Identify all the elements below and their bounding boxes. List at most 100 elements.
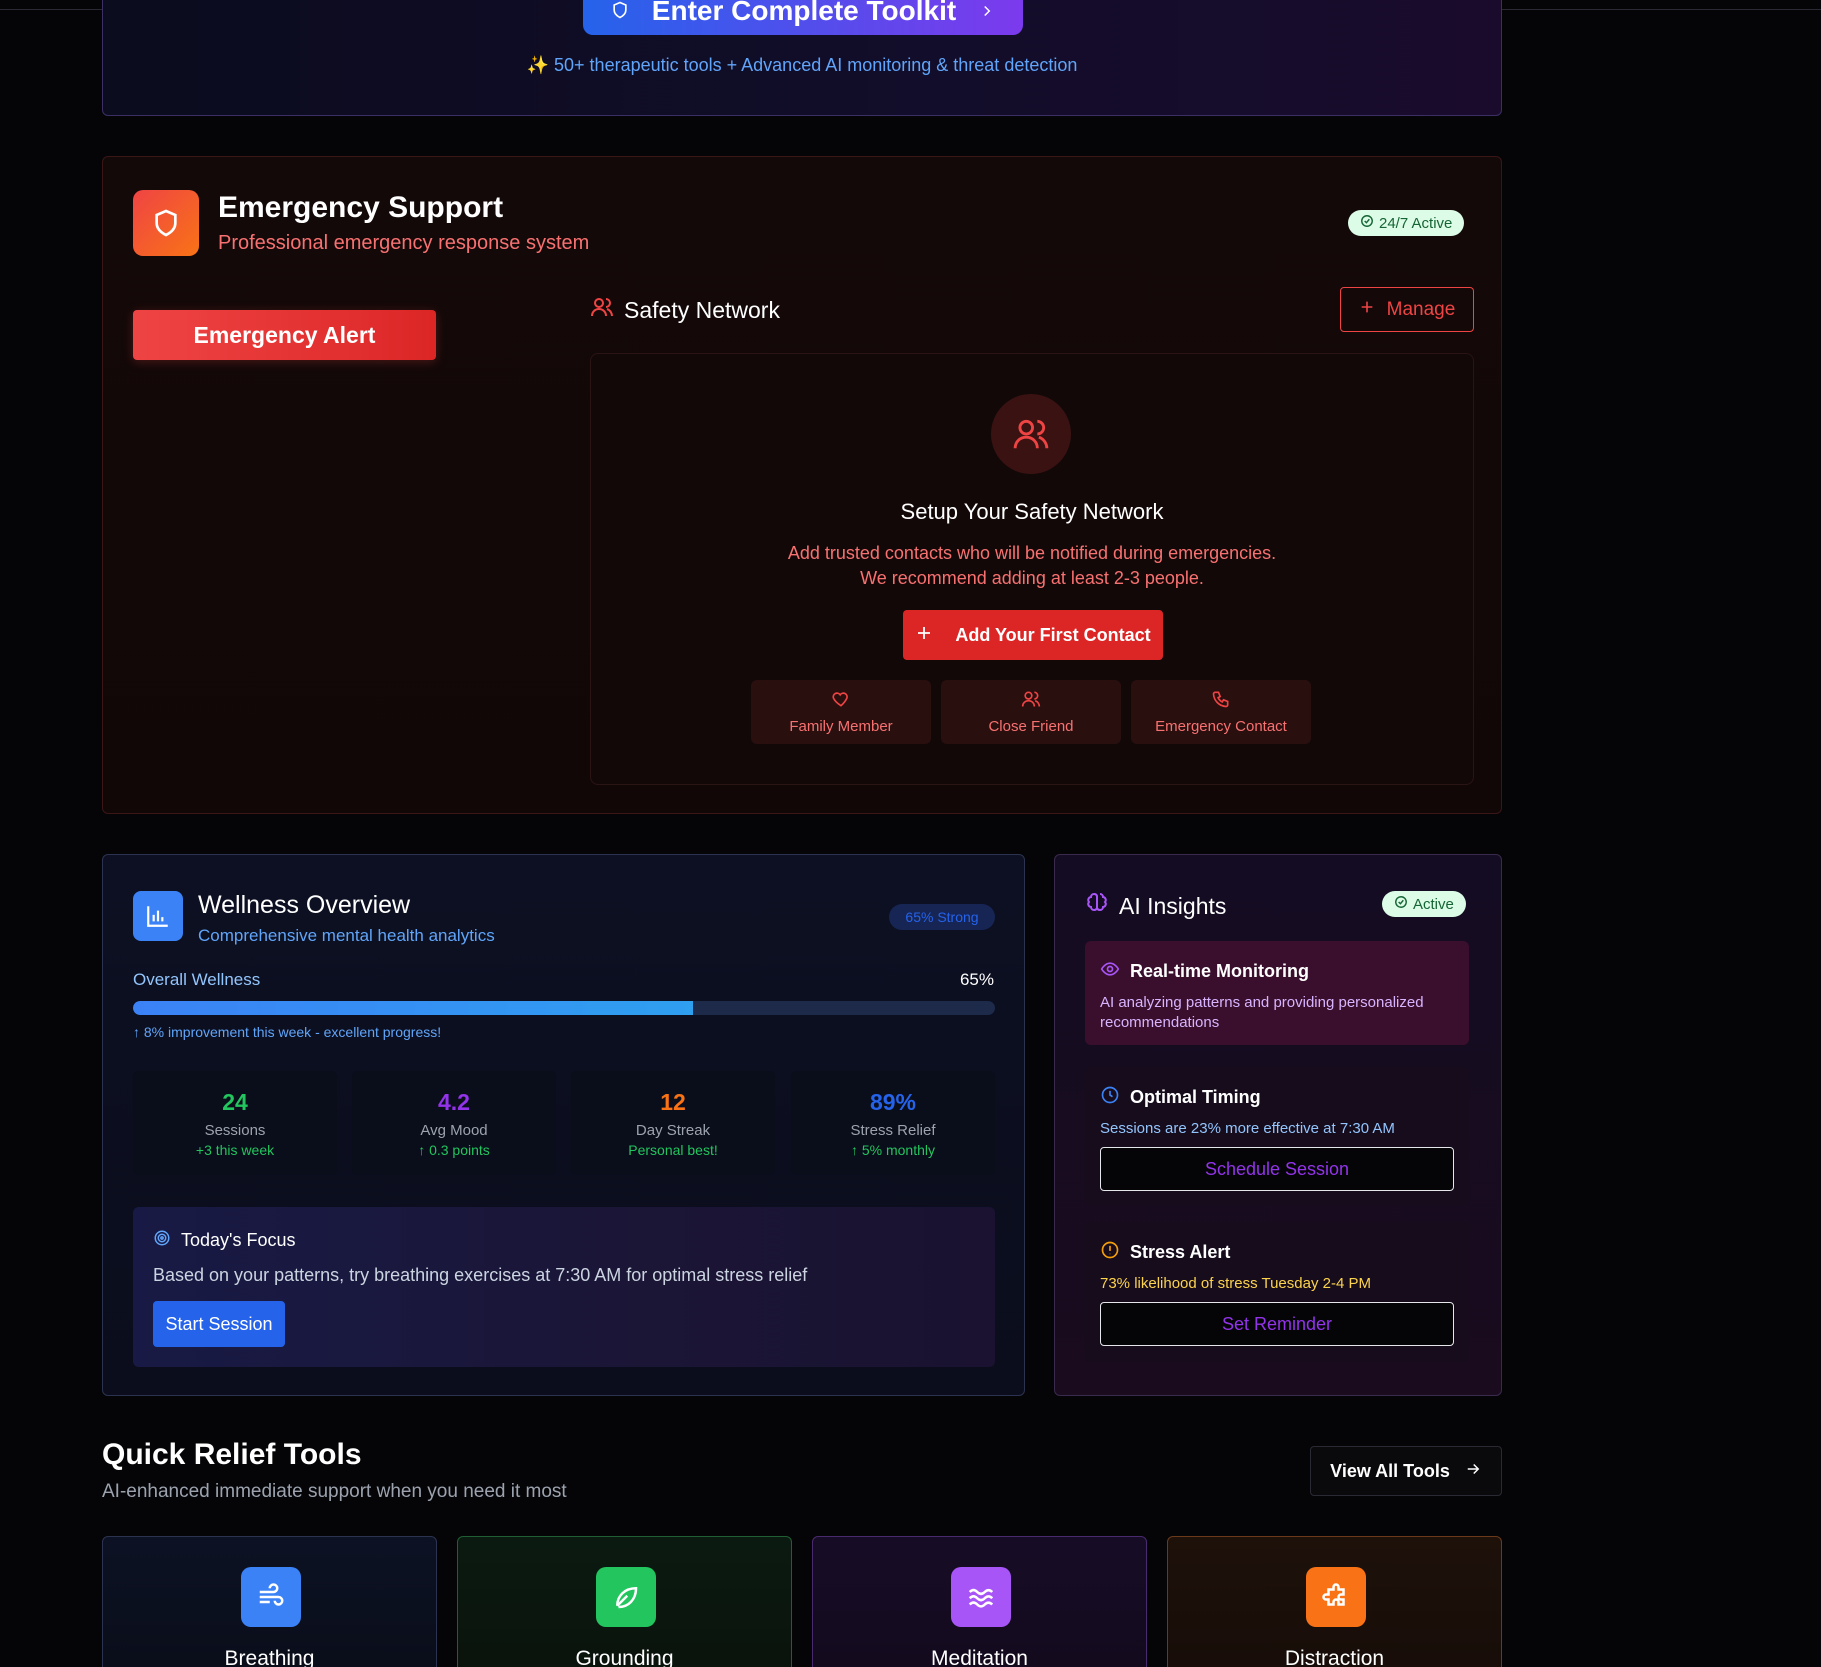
tool-card-meditation[interactable]: Meditation	[812, 1536, 1147, 1667]
stat-label: Sessions	[204, 1121, 266, 1139]
eye-icon	[1100, 959, 1120, 984]
waves-icon	[951, 1567, 1011, 1627]
toolkit-note: ✨ 50+ therapeutic tools + Advanced AI mo…	[526, 55, 1078, 75]
stat-avg-mood: 4.2 Avg Mood ↑ 0.3 points	[352, 1071, 556, 1175]
safety-network-setup: Setup Your Safety Network Add trusted co…	[590, 353, 1474, 785]
wind-icon	[241, 1567, 301, 1627]
users-icon	[1021, 689, 1041, 713]
insight-title-row: Optimal Timing	[1100, 1085, 1261, 1110]
shield-icon	[133, 190, 199, 256]
todays-focus-heading: Today's Focus	[153, 1229, 296, 1252]
clock-icon	[1100, 1085, 1120, 1110]
setup-description: Add trusted contacts who will be notifie…	[591, 541, 1473, 591]
insight-title-row: Stress Alert	[1100, 1240, 1230, 1265]
stat-change: ↑ 5% monthly	[850, 1141, 936, 1158]
stat-value: 12	[660, 1088, 686, 1115]
view-all-tools-button[interactable]: View All Tools	[1310, 1446, 1502, 1496]
stat-day-streak: 12 Day Streak Personal best!	[571, 1071, 775, 1175]
setup-title: Setup Your Safety Network	[900, 499, 1164, 524]
quick-relief-subtitle: AI-enhanced immediate support when you n…	[102, 1481, 567, 1502]
ai-insights-title: AI Insights	[1119, 892, 1227, 919]
schedule-session-button[interactable]: Schedule Session	[1100, 1147, 1454, 1191]
manage-button[interactable]: Manage	[1340, 287, 1474, 332]
heart-icon	[831, 689, 851, 713]
add-first-contact-label: Add Your First Contact	[955, 624, 1151, 645]
safety-network-heading: Safety Network	[590, 295, 780, 325]
insight-realtime-monitoring: Real-time Monitoring AI analyzing patter…	[1085, 941, 1469, 1045]
stat-stress-relief: 89% Stress Relief ↑ 5% monthly	[791, 1071, 995, 1175]
stat-label: Day Streak	[635, 1121, 711, 1139]
bar-chart-icon	[133, 891, 183, 941]
tool-card-distraction[interactable]: Distraction	[1167, 1536, 1502, 1667]
setup-desc-line1: Add trusted contacts who will be notifie…	[787, 543, 1277, 563]
wellness-progress-fill	[133, 1001, 694, 1015]
status-badge-label: 24/7 Active	[1379, 214, 1453, 232]
tool-name: Grounding	[575, 1647, 674, 1667]
insight-description: 73% likelihood of stress Tuesday 2-4 PM	[1100, 1275, 1371, 1292]
contact-type-emergency[interactable]: Emergency Contact	[1131, 680, 1311, 744]
stat-value: 4.2	[438, 1088, 470, 1115]
contact-type-family[interactable]: Family Member	[751, 680, 931, 744]
wellness-subtitle: Comprehensive mental health analytics	[198, 926, 495, 945]
tool-name: Distraction	[1284, 1647, 1385, 1667]
stat-label: Stress Relief	[850, 1121, 936, 1139]
ai-active-badge: Active	[1382, 891, 1466, 917]
brain-icon	[1085, 891, 1109, 921]
plus-icon	[915, 624, 933, 647]
stat-change: +3 this week	[195, 1141, 275, 1158]
users-icon	[590, 295, 614, 325]
improvement-note: ↑ 8% improvement this week - excellent p…	[133, 1024, 442, 1040]
emergency-title: Emergency Support	[218, 191, 504, 224]
puzzle-icon	[1306, 1567, 1366, 1627]
insight-title: Optimal Timing	[1130, 1087, 1261, 1107]
check-circle-icon	[1394, 895, 1408, 913]
insight-description: Sessions are 23% more effective at 7:30 …	[1100, 1120, 1395, 1137]
stat-sessions: 24 Sessions +3 this week	[133, 1071, 337, 1175]
contact-type-label: Family Member	[789, 718, 893, 735]
contact-type-friend[interactable]: Close Friend	[941, 680, 1121, 744]
view-all-label: View All Tools	[1330, 1460, 1450, 1481]
ai-active-label: Active	[1413, 895, 1454, 913]
emergency-support-card: Emergency Support Professional emergency…	[102, 156, 1502, 814]
tool-name: Meditation	[931, 1647, 1028, 1667]
setup-desc-line2: We recommend adding at least 2-3 people.	[860, 568, 1204, 588]
emergency-subtitle: Professional emergency response system	[218, 232, 590, 254]
insight-title: Real-time Monitoring	[1130, 961, 1309, 981]
tool-name: Breathing	[224, 1647, 315, 1667]
set-reminder-button[interactable]: Set Reminder	[1100, 1302, 1454, 1346]
stat-change: Personal best!	[628, 1141, 718, 1158]
toolkit-card: Enter Complete Toolkit ✨ 50+ therapeutic…	[102, 0, 1502, 116]
emergency-alert-button[interactable]: Emergency Alert	[133, 310, 436, 360]
insight-optimal-timing: Optimal Timing Sessions are 23% more eff…	[1085, 1067, 1469, 1205]
users-icon	[991, 394, 1071, 474]
todays-focus-panel: Today's Focus Based on your patterns, tr…	[133, 1207, 995, 1367]
shield-icon	[610, 0, 630, 27]
stat-change: ↑ 0.3 points	[418, 1141, 490, 1158]
phone-icon	[1211, 689, 1231, 713]
quick-relief-title: Quick Relief Tools	[102, 1438, 362, 1471]
plus-icon	[1359, 299, 1375, 321]
add-first-contact-button[interactable]: Add Your First Contact	[903, 610, 1163, 660]
enter-toolkit-button[interactable]: Enter Complete Toolkit	[583, 0, 1023, 35]
arrow-right-icon	[1464, 1460, 1482, 1483]
contact-type-label: Close Friend	[988, 718, 1074, 735]
insight-title: Stress Alert	[1130, 1242, 1231, 1262]
alert-circle-icon	[1100, 1240, 1120, 1265]
insight-stress-alert: Stress Alert 73% likelihood of stress Tu…	[1085, 1222, 1469, 1362]
tool-card-grounding[interactable]: Grounding	[457, 1536, 792, 1667]
stat-value: 89%	[869, 1088, 917, 1115]
tool-card-breathing[interactable]: Breathing	[102, 1536, 437, 1667]
insight-title-row: Real-time Monitoring	[1100, 959, 1309, 984]
chevron-right-icon	[978, 0, 996, 27]
status-badge: 24/7 Active	[1348, 210, 1465, 236]
stat-value: 24	[222, 1088, 248, 1115]
overall-wellness-value: 65%	[959, 970, 994, 989]
stat-label: Avg Mood	[420, 1121, 488, 1139]
wellness-progress-bar	[133, 1001, 995, 1015]
manage-label: Manage	[1386, 298, 1456, 320]
target-icon	[153, 1229, 171, 1252]
ai-insights-heading: AI Insights	[1085, 891, 1226, 921]
todays-focus-title: Today's Focus	[181, 1230, 296, 1250]
start-session-button[interactable]: Start Session	[153, 1301, 285, 1347]
ai-insights-card: AI Insights Active Real-time Monitoring …	[1054, 854, 1502, 1396]
